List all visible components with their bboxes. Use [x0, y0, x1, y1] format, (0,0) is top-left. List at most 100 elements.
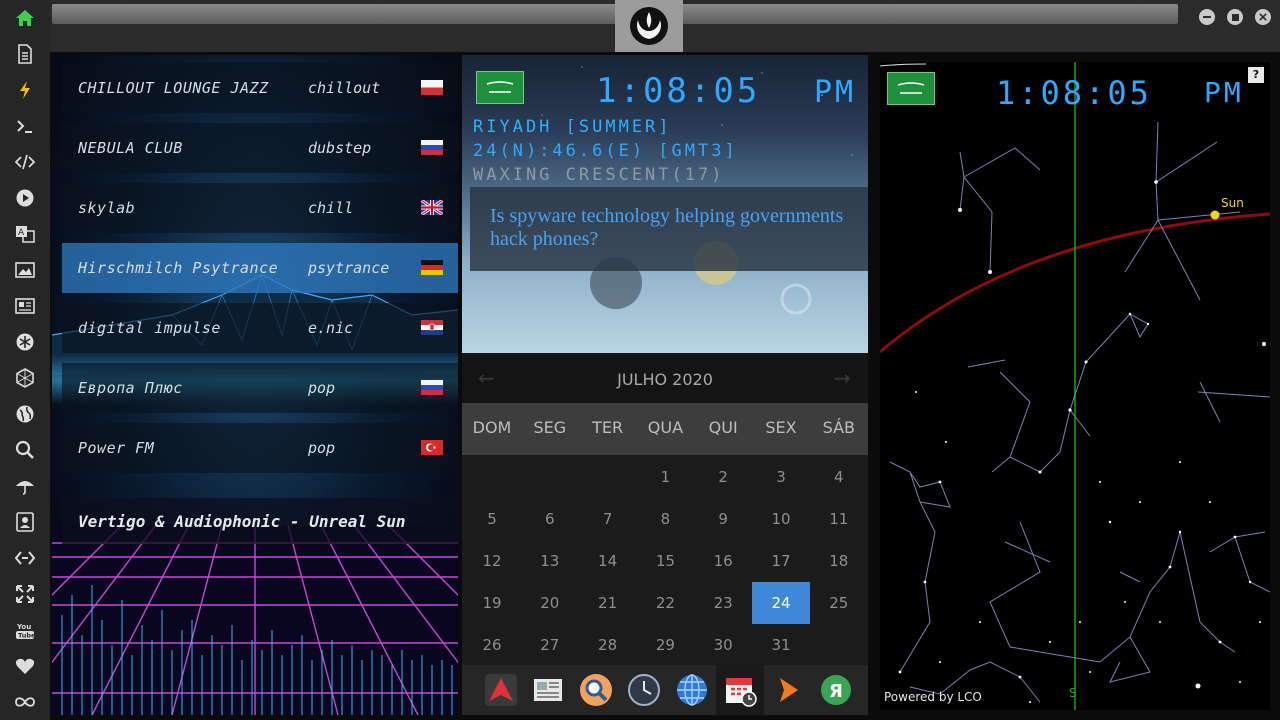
terminal-icon[interactable] [0, 108, 50, 144]
calendar-day[interactable]: 31 [752, 624, 810, 666]
arrow-app-icon[interactable] [768, 670, 808, 710]
calendar-day[interactable]: 26 [463, 624, 521, 666]
help-button[interactable]: ? [1248, 67, 1264, 83]
station-row[interactable]: Hirschmilch Psytrance psytrance [62, 243, 458, 293]
russia-flag [421, 380, 443, 395]
constellation-lines [889, 121, 1270, 703]
globe-app-icon[interactable] [672, 670, 712, 710]
calendar-day[interactable]: 9 [694, 498, 752, 540]
calendar-day[interactable]: 12 [463, 540, 521, 582]
translate-icon[interactable]: A [0, 216, 50, 252]
next-month-icon[interactable]: → [834, 366, 851, 390]
calendar-day[interactable]: 22 [636, 582, 694, 624]
weekday-label: SEX [765, 418, 797, 437]
launcher-sidebar: A You Tube [0, 0, 50, 720]
hexagon-icon[interactable] [0, 360, 50, 396]
rebel-logo-tab[interactable] [615, 0, 683, 52]
station-row[interactable]: skylab chill [62, 183, 458, 233]
star-map-panel[interactable] [880, 62, 1270, 710]
calendar-day[interactable]: 2 [694, 456, 752, 498]
station-name: Hirschmilch Psytrance [78, 259, 279, 277]
sun-label: Sun [1221, 196, 1244, 210]
calendar-day[interactable]: 28 [579, 624, 637, 666]
minimize-button[interactable] [1199, 9, 1215, 25]
search-app-icon[interactable] [576, 670, 616, 710]
lightning-icon[interactable] [0, 72, 50, 108]
station-row[interactable]: NEBULA CLUB dubstep [62, 123, 458, 173]
now-playing-bar: Vertigo & Audiophonic - Unreal Sun [62, 498, 458, 544]
calendar-day[interactable]: 10 [752, 498, 810, 540]
umbrella-icon[interactable] [0, 468, 50, 504]
calendar-day[interactable]: 3 [752, 456, 810, 498]
calendar-day[interactable]: 17 [752, 540, 810, 582]
calendar-day[interactable]: 20 [521, 582, 579, 624]
powered-by-label: Powered by LCO [884, 690, 982, 704]
calendar-day[interactable]: 19 [463, 582, 521, 624]
saudi-flag [476, 71, 524, 104]
calendar-day[interactable]: 11 [810, 498, 868, 540]
calendar-day[interactable]: 5 [463, 498, 521, 540]
rebel-icon[interactable] [0, 324, 50, 360]
play-icon[interactable] [0, 180, 50, 216]
news-app-icon[interactable] [528, 670, 568, 710]
croatia-flag [421, 320, 443, 335]
station-row[interactable]: CHILLOUT LOUNGE JAZZ chillout [62, 63, 458, 113]
clock-coordinates: 24(N):46.6(E) [GMT3] [473, 141, 738, 161]
code-icon[interactable] [0, 144, 50, 180]
weekday-label: SEG [533, 418, 567, 437]
poland-flag [421, 80, 443, 95]
home-icon[interactable] [0, 0, 50, 36]
station-name: digital impulse [78, 319, 221, 337]
rebel-alliance-icon [630, 7, 668, 45]
image-icon[interactable] [0, 252, 50, 288]
calendar-day[interactable]: 1 [636, 456, 694, 498]
station-genre: psytrance [308, 259, 390, 277]
infinity-icon[interactable] [0, 684, 50, 720]
calendar-day[interactable]: 27 [521, 624, 579, 666]
calendar-day[interactable]: 25 [810, 582, 868, 624]
calendar-day[interactable]: 15 [636, 540, 694, 582]
red-triangle-app-icon[interactable] [481, 670, 521, 710]
weekday-label: SÁB [822, 418, 855, 437]
station-row[interactable]: digital impulse e.nic [62, 303, 458, 353]
station-genre: pop [308, 439, 336, 457]
news-headline[interactable]: Is spyware technology helping government… [490, 205, 850, 251]
station-row[interactable]: Европа Плюс pop [62, 363, 458, 413]
moon-phase: WAXING CRESCENT(17) [473, 165, 725, 185]
calendar-day[interactable]: 6 [521, 498, 579, 540]
network-icon[interactable] [0, 540, 50, 576]
saudi-flag [887, 72, 935, 105]
station-genre: e.nic [308, 319, 354, 337]
calendar-day[interactable]: 21 [579, 582, 637, 624]
station-genre: pop [308, 379, 336, 397]
station-row[interactable]: Power FM pop [62, 423, 458, 473]
calendar-day[interactable]: 8 [636, 498, 694, 540]
station-name: Power FM [78, 439, 155, 457]
heart-icon[interactable] [0, 648, 50, 684]
south-label: S [1069, 686, 1077, 700]
calendar-day[interactable]: 7 [579, 498, 637, 540]
expand-icon[interactable] [0, 576, 50, 612]
sun-marker [1210, 210, 1220, 220]
news-icon[interactable] [0, 288, 50, 324]
globe-icon[interactable] [0, 396, 50, 432]
yandex-app-icon[interactable]: Я [816, 670, 856, 710]
calendar-day[interactable]: 30 [694, 624, 752, 666]
calendar-day[interactable]: 23 [694, 582, 752, 624]
maximize-button[interactable] [1227, 9, 1243, 25]
radio-panel: CHILLOUT LOUNGE JAZZ chillout NEBULA CLUB d… [52, 55, 458, 715]
clock-app-icon[interactable] [624, 670, 664, 710]
calendar-app-icon[interactable] [720, 670, 760, 710]
document-icon[interactable] [0, 36, 50, 72]
calendar-day[interactable]: 29 [636, 624, 694, 666]
calendar-day[interactable]: 13 [521, 540, 579, 582]
youtube-icon[interactable]: You Tube [0, 612, 50, 648]
calendar-day[interactable]: 4 [810, 456, 868, 498]
contact-card-icon[interactable] [0, 504, 50, 540]
calendar-day[interactable]: 16 [694, 540, 752, 582]
calendar-day-selected[interactable]: 24 [752, 582, 810, 624]
calendar-day[interactable]: 18 [810, 540, 868, 582]
search-icon[interactable] [0, 432, 50, 468]
close-button[interactable] [1255, 9, 1271, 25]
calendar-day[interactable]: 14 [579, 540, 637, 582]
